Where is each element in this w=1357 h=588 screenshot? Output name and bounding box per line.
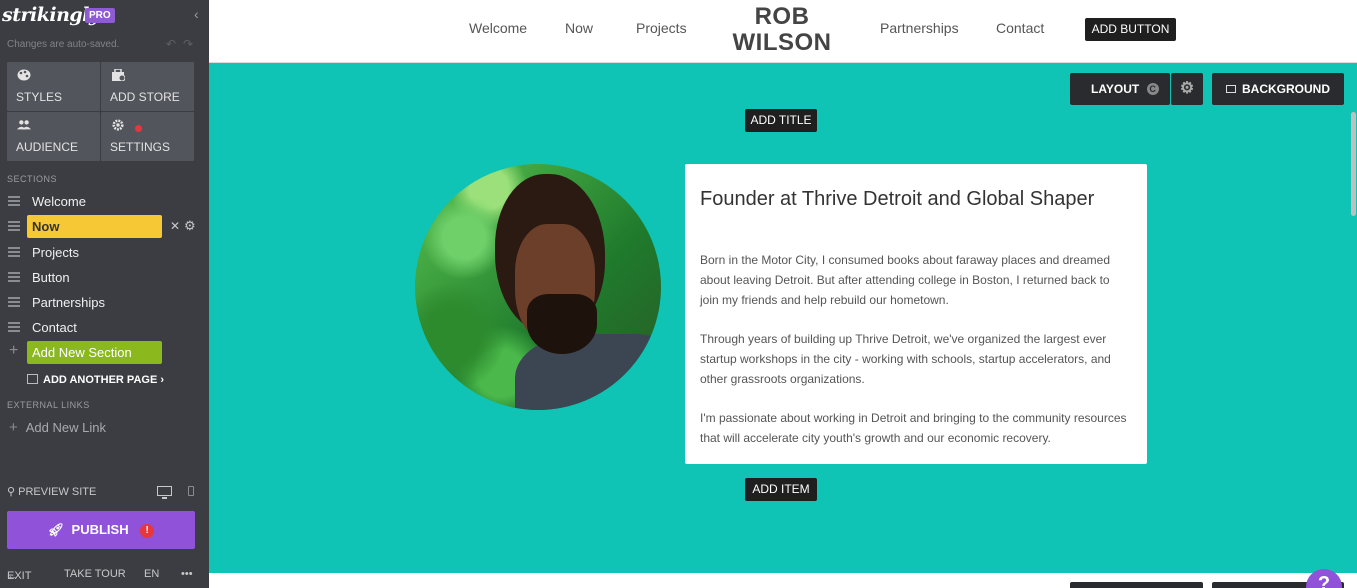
photo-beard (527, 294, 597, 354)
plus-icon: + (9, 342, 19, 359)
add-section-label: Add New Section (32, 345, 132, 360)
paragraph: Born in the Motor City, I consumed books… (700, 253, 1110, 307)
editor-sidebar: strikingly PRO ‹ Changes are auto-saved.… (0, 0, 209, 588)
section-item-now[interactable]: Now ✕ ⚙ (0, 215, 209, 238)
site-title[interactable]: ROB WILSON (727, 4, 837, 56)
card-body[interactable]: Born in the Motor City, I consumed books… (700, 250, 1130, 467)
section-gear-icon[interactable]: ⚙ (1171, 73, 1203, 105)
external-links-heading: EXTERNAL LINKS (7, 400, 90, 410)
desktop-view-icon[interactable] (157, 486, 172, 499)
palette-icon (17, 69, 31, 81)
people-icon (17, 120, 31, 130)
add-page-label: ADD ANOTHER PAGE (43, 374, 158, 386)
settings-alert-dot (135, 125, 142, 132)
section-settings-icon[interactable]: ⚙ (184, 218, 196, 234)
nav-link-now[interactable]: Now (565, 20, 593, 36)
pro-badge: PRO (85, 8, 115, 23)
delete-section-icon[interactable]: ✕ (170, 219, 180, 233)
site-navigation: Welcome Now Projects ROB WILSON Partners… (209, 0, 1357, 63)
redo-icon[interactable]: ↷ (183, 37, 193, 51)
nav-link-contact[interactable]: Contact (996, 20, 1044, 36)
section-item-contact[interactable]: Contact (0, 316, 209, 338)
drag-handle-icon[interactable] (8, 196, 20, 206)
mobile-view-icon[interactable] (188, 486, 194, 496)
rocket-icon: 🚀︎ (47, 522, 65, 537)
section-label: Now (32, 219, 60, 234)
layout-button[interactable]: LAYOUT C (1070, 73, 1170, 105)
site-title-line1: ROB (754, 3, 810, 30)
undo-icon[interactable]: ↶ (166, 37, 176, 51)
layout-badge: C (1146, 83, 1159, 95)
drag-handle-icon[interactable] (8, 322, 20, 332)
section-label: Welcome (32, 194, 86, 209)
styles-button[interactable]: STYLES (7, 62, 100, 111)
gear-icon (112, 119, 124, 131)
nav-link-partnerships[interactable]: Partnerships (880, 20, 959, 36)
add-another-page-button[interactable]: ADD ANOTHER PAGE › (27, 374, 164, 386)
settings-button[interactable]: SETTINGS (101, 112, 194, 161)
audience-label: AUDIENCE (16, 140, 79, 154)
add-link-label: Add New Link (25, 420, 106, 435)
drag-handle-icon[interactable] (8, 297, 20, 307)
chevron-right-icon: › (160, 374, 165, 386)
section-item-button[interactable]: Button (0, 266, 209, 288)
preview-site-button[interactable]: ⚲ PREVIEW SITE (7, 485, 96, 498)
add-new-link-button[interactable]: + Add New Link (9, 419, 106, 436)
next-section-preview (209, 573, 1357, 588)
layout-label: LAYOUT (1091, 82, 1140, 96)
settings-label: SETTINGS (110, 140, 171, 154)
add-title-button[interactable]: ADD TITLE (745, 109, 817, 132)
sections-heading: SECTIONS (7, 174, 58, 184)
preview-label: PREVIEW SITE (18, 486, 97, 498)
nav-link-projects[interactable]: Projects (636, 20, 687, 36)
add-new-section-button[interactable]: + Add New Section (0, 341, 209, 364)
profile-photo[interactable] (415, 164, 661, 410)
section-item-welcome[interactable]: Welcome (0, 190, 209, 212)
section-item-partnerships[interactable]: Partnerships (0, 291, 209, 313)
store-icon (112, 69, 125, 81)
scrollbar[interactable] (1351, 112, 1356, 216)
background-label: BACKGROUND (1242, 82, 1330, 96)
background-button[interactable]: BACKGROUND (1212, 73, 1344, 105)
publish-button[interactable]: 🚀︎ PUBLISH ! (7, 511, 195, 549)
section-label: Button (32, 270, 70, 285)
add-button[interactable]: ADD BUTTON (1085, 18, 1176, 41)
paragraph: Through years of building up Thrive Detr… (700, 332, 1111, 386)
add-store-button[interactable]: ADD STORE (101, 62, 194, 111)
language-button[interactable]: EN (144, 568, 159, 580)
add-store-label: ADD STORE (110, 90, 180, 104)
section-item-projects[interactable]: Projects (0, 241, 209, 263)
audience-button[interactable]: AUDIENCE (7, 112, 100, 161)
exit-label: EXIT (7, 570, 32, 582)
paragraph: I'm passionate about working in Detroit … (700, 411, 1127, 445)
drag-handle-icon[interactable] (8, 221, 20, 231)
next-layout-button[interactable] (1070, 582, 1203, 588)
section-label: Projects (32, 245, 79, 260)
image-icon (1226, 85, 1236, 93)
section-label: Contact (32, 320, 77, 335)
editor-tiles: STYLES ADD STORE AUDIENCE SETTINGS (7, 62, 194, 161)
pages-icon (27, 374, 38, 384)
card-title[interactable]: Founder at Thrive Detroit and Global Sha… (700, 188, 1094, 211)
site-title-line2: WILSON (732, 29, 832, 56)
nav-link-welcome[interactable]: Welcome (469, 20, 527, 36)
drag-handle-icon[interactable] (8, 272, 20, 282)
more-options-icon[interactable]: ••• (181, 568, 193, 580)
collapse-sidebar-icon[interactable]: ‹ (194, 6, 199, 22)
search-icon: ⚲ (7, 486, 16, 498)
section-label: Partnerships (32, 295, 105, 310)
drag-handle-icon[interactable] (8, 247, 20, 257)
take-tour-button[interactable]: TAKE TOUR (64, 568, 126, 580)
styles-label: STYLES (16, 90, 63, 104)
add-item-button[interactable]: ADD ITEM (745, 478, 817, 501)
autosave-note: Changes are auto-saved. (7, 39, 120, 50)
now-section: LAYOUT C ⚙ BACKGROUND ADD TITLE Founder … (209, 63, 1357, 573)
publish-label: PUBLISH (71, 522, 129, 537)
publish-warning-badge: ! (140, 524, 155, 538)
plus-icon: + (9, 419, 18, 436)
content-card[interactable]: Founder at Thrive Detroit and Global Sha… (685, 164, 1147, 464)
